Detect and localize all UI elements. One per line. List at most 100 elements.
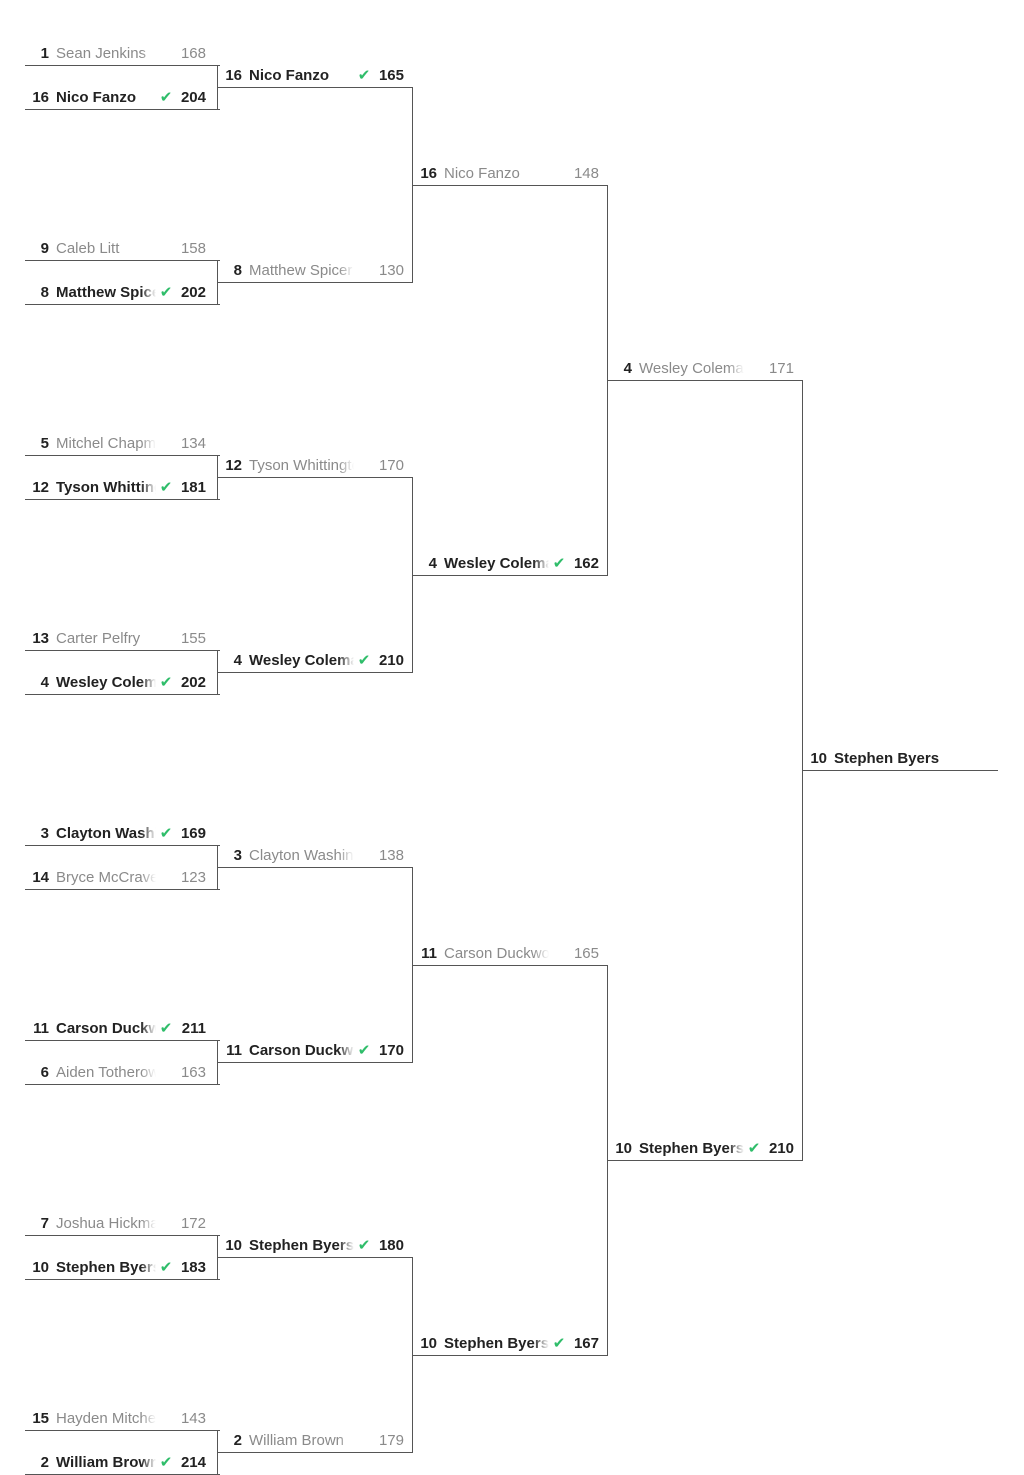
winner-check-icon: ✔ <box>357 1042 371 1059</box>
player-name: Matthew Spicer <box>56 283 156 301</box>
bracket-line <box>25 499 220 500</box>
bracket-slot[interactable]: 15 Hayden Mitchell 143 <box>25 1407 206 1429</box>
player-name: Caleb Litt <box>56 239 120 257</box>
player-name: Stephen Byers <box>639 1139 744 1157</box>
player-name: Hayden Mitchell <box>56 1409 156 1427</box>
seed-number: 9 <box>40 239 49 257</box>
bracket-slot[interactable]: 10 Stephen Byers ✔ 180 <box>218 1234 404 1256</box>
seed-number: 2 <box>40 1453 49 1471</box>
winner-check-icon: ✔ <box>357 67 371 84</box>
bracket-slot[interactable]: 10 Stephen Byers ✔ 167 <box>413 1332 599 1354</box>
score: 214 <box>180 1453 206 1471</box>
bracket-slot[interactable]: 12 Tyson Whittington 170 <box>218 454 404 476</box>
bracket-slot[interactable]: 11 Carson Duckworth✔ 211 <box>25 1017 206 1039</box>
player-name: Nico Fanzo <box>56 88 137 106</box>
score: 148 <box>573 164 599 182</box>
player-name: Carson Duckworth <box>249 1041 354 1059</box>
seed-number: 3 <box>233 846 242 864</box>
bracket-slot[interactable]: 4 Wesley Coleman 171 <box>608 357 794 379</box>
seed-number: 15 <box>32 1409 49 1427</box>
seed-number: 10 <box>420 1334 437 1352</box>
score: 158 <box>180 239 206 257</box>
winner-check-icon: ✔ <box>159 284 173 301</box>
bracket-slot[interactable]: 9 Caleb Litt 158 <box>25 237 206 259</box>
tournament-bracket: 1 Sean Jenkins 168 16 Nico Fanzo ✔ 204 9 Caleb L… <box>0 0 1024 1475</box>
player-name: Carson Duckworth <box>56 1019 156 1037</box>
seed-number: 12 <box>32 478 49 496</box>
score: 165 <box>573 944 599 962</box>
bracket-slot[interactable]: 11 Carson Duckworth 165 <box>413 942 599 964</box>
seed-number: 10 <box>615 1139 632 1157</box>
seed-number: 16 <box>32 88 49 106</box>
bracket-slot[interactable]: 3 Clayton Washington 138 <box>218 844 404 866</box>
bracket-slot[interactable]: 8 Matthew Spicer ✔ 202 <box>25 281 206 303</box>
bracket-line <box>218 477 413 478</box>
bracket-slot[interactable]: 11 Carson Duckworth✔ 170 <box>218 1039 404 1061</box>
bracket-slot[interactable]: 1 Sean Jenkins 168 <box>25 42 206 64</box>
winner-check-icon: ✔ <box>159 1454 173 1471</box>
player-name: William Brown <box>249 1431 345 1449</box>
bracket-slot[interactable]: 12 Tyson Whittington✔ 181 <box>25 476 206 498</box>
bracket-line <box>25 845 220 846</box>
player-name: Stephen Byers <box>249 1236 354 1254</box>
bracket-slot[interactable]: 2 William Brown 179 <box>218 1429 404 1451</box>
bracket-slot[interactable]: 6 Aiden Totherow 163 <box>25 1061 206 1083</box>
bracket-slot[interactable]: 7 Joshua Hickman 172 <box>25 1212 206 1234</box>
bracket-line <box>25 1084 220 1085</box>
bracket-line <box>413 1355 608 1356</box>
seed-number: 10 <box>32 1258 49 1276</box>
seed-number: 3 <box>40 824 49 842</box>
score: 138 <box>378 846 404 864</box>
bracket-slot[interactable]: 4 Wesley Coleman✔ 162 <box>413 552 599 574</box>
winner-check-icon: ✔ <box>159 479 173 496</box>
bracket-slot[interactable]: 2 William Brown ✔ 214 <box>25 1451 206 1473</box>
bracket-slot[interactable]: 13 Carter Pelfry 155 <box>25 627 206 649</box>
score: 202 <box>180 673 206 691</box>
player-name: Sean Jenkins <box>56 44 147 62</box>
bracket-slot[interactable]: 4 Wesley Coleman✔ 210 <box>218 649 404 671</box>
bracket-line <box>25 1279 220 1280</box>
bracket-line <box>218 87 413 88</box>
score: 172 <box>180 1214 206 1232</box>
score: 163 <box>180 1063 206 1081</box>
champion-seed: 10 <box>810 749 827 767</box>
winner-check-icon: ✔ <box>159 1020 173 1037</box>
seed-number: 11 <box>33 1019 49 1037</box>
bracket-line <box>608 380 803 381</box>
bracket-slot[interactable]: 14 Bryce McCraven 123 <box>25 866 206 888</box>
seed-number: 10 <box>225 1236 242 1254</box>
bracket-slot[interactable]: 10 Stephen Byers ✔ 183 <box>25 1256 206 1278</box>
champion-slot: 10 Stephen Byers <box>803 747 939 769</box>
bracket-slot[interactable]: 5 Mitchel Chapman 134 <box>25 432 206 454</box>
bracket-slot[interactable]: 8 Matthew Spicer 130 <box>218 259 404 281</box>
seed-number: 13 <box>32 629 49 647</box>
bracket-slot[interactable]: 10 Stephen Byers ✔ 210 <box>608 1137 794 1159</box>
score: 171 <box>768 359 794 377</box>
bracket-line <box>25 694 220 695</box>
seed-number: 7 <box>40 1214 49 1232</box>
champion-name: Stephen Byers <box>834 749 940 767</box>
player-name: Matthew Spicer <box>249 261 353 279</box>
player-name: Joshua Hickman <box>56 1214 156 1232</box>
score: 155 <box>180 629 206 647</box>
score: 165 <box>378 66 404 84</box>
bracket-slot[interactable]: 4 Wesley Coleman✔ 202 <box>25 671 206 693</box>
bracket-slot[interactable]: 3 Clayton Washington✔ 169 <box>25 822 206 844</box>
seed-number: 12 <box>225 456 242 474</box>
score: 170 <box>378 1041 404 1059</box>
bracket-line <box>25 1430 220 1431</box>
bracket-slot[interactable]: 16 Nico Fanzo 148 <box>413 162 599 184</box>
player-name: Wesley Coleman <box>639 359 744 377</box>
player-name: Clayton Washington <box>249 846 354 864</box>
seed-number: 1 <box>40 44 49 62</box>
score: 204 <box>180 88 206 106</box>
bracket-slot[interactable]: 16 Nico Fanzo ✔ 204 <box>25 86 206 108</box>
score: 169 <box>180 824 206 842</box>
bracket-line <box>413 965 608 966</box>
bracket-line <box>25 889 220 890</box>
score: 170 <box>378 456 404 474</box>
score: 134 <box>180 434 206 452</box>
seed-number: 8 <box>233 261 242 279</box>
bracket-slot[interactable]: 16 Nico Fanzo ✔ 165 <box>218 64 404 86</box>
score: 162 <box>573 554 599 572</box>
